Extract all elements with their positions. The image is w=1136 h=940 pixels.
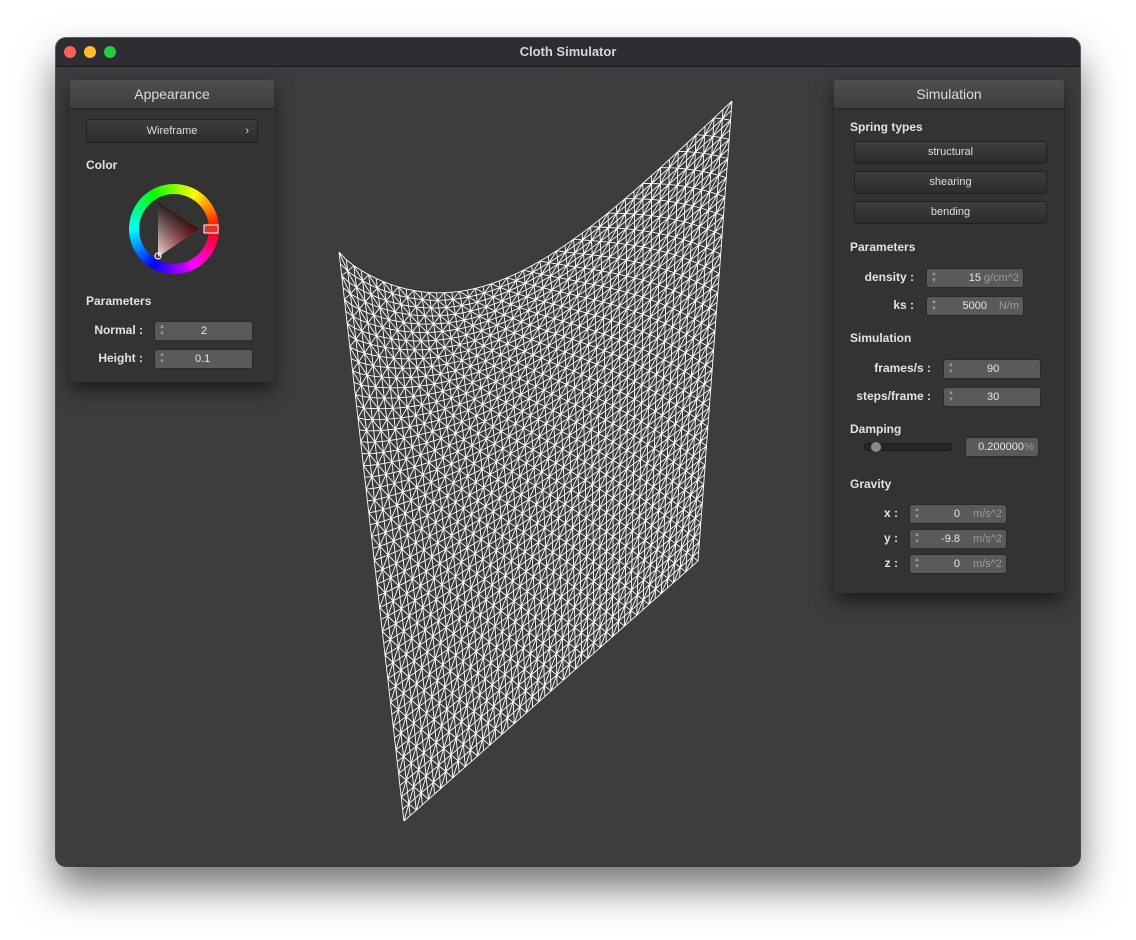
ks-value: 5000 [962, 300, 987, 312]
gravity-y-field[interactable]: ▲ ▼ -9.8 m/s^2 [909, 529, 1007, 549]
gravity-z-value: 0 [953, 558, 960, 570]
gravity-label: Gravity [850, 477, 892, 491]
spring-types-label: Spring types [850, 120, 923, 134]
appearance-panel-header[interactable]: Appearance [70, 80, 274, 109]
damping-slider[interactable] [864, 441, 952, 453]
spinner-arrows-icon[interactable]: ▲ ▼ [159, 324, 165, 338]
gravity-x-label: x : [883, 506, 898, 520]
spring-shearing-label: shearing [929, 176, 972, 188]
spring-structural-label: structural [927, 146, 974, 158]
height-label: Height : [98, 351, 143, 365]
window-title: Cloth Simulator [519, 44, 617, 59]
spring-structural-button[interactable]: structural [854, 141, 1047, 164]
steps-label: steps/frame : [856, 389, 931, 403]
gravity-y-label: y : [883, 531, 898, 545]
damping-label: Damping [850, 422, 902, 436]
appearance-params-label: Parameters [86, 294, 152, 308]
gravity-z-unit: m/s^2 [973, 558, 1002, 570]
spinner-arrows-icon[interactable]: ▲ ▼ [914, 507, 920, 521]
gravity-y-unit: m/s^2 [973, 533, 1002, 545]
spinner-arrows-icon[interactable]: ▲ ▼ [931, 271, 937, 285]
gravity-z-label: z : [884, 556, 898, 570]
damping-slider-handle[interactable] [869, 441, 882, 453]
simulation-panel: Simulation Spring types structural shear… [834, 80, 1064, 593]
steps-value: 30 [987, 391, 1000, 403]
density-label: density : [864, 270, 914, 284]
spinner-arrows-icon[interactable]: ▲ ▼ [159, 352, 165, 366]
height-field[interactable]: ▲ ▼ 0.1 [154, 349, 253, 369]
color-wheel[interactable] [127, 182, 221, 276]
fps-value: 90 [987, 363, 1000, 375]
title-bar: Cloth Simulator [56, 38, 1080, 67]
normal-label: Normal : [94, 323, 143, 337]
gravity-x-unit: m/s^2 [973, 508, 1002, 520]
steps-field[interactable]: ▲ ▼ 30 [943, 387, 1041, 407]
render-viewport[interactable]: Appearance Wireframe › Color Parameters … [56, 67, 1080, 866]
gravity-x-value: 0 [953, 508, 960, 520]
fps-field[interactable]: ▲ ▼ 90 [943, 359, 1041, 379]
damping-field[interactable]: 0.200000 % [965, 437, 1039, 457]
sim-params-label: Parameters [850, 240, 916, 254]
spinner-arrows-icon[interactable]: ▲ ▼ [948, 390, 954, 404]
damping-value: 0.200000 [978, 441, 1024, 453]
chevron-right-icon: › [245, 125, 249, 137]
spinner-arrows-icon[interactable]: ▲ ▼ [931, 299, 937, 313]
appearance-panel: Appearance Wireframe › Color Parameters … [70, 80, 274, 382]
sim-section-label: Simulation [850, 331, 912, 345]
gravity-y-value: -9.8 [941, 533, 960, 545]
shader-select-button[interactable]: Wireframe › [86, 119, 258, 143]
spring-shearing-button[interactable]: shearing [854, 171, 1047, 194]
density-field[interactable]: ▲ ▼ 15 g/cm^2 [926, 268, 1024, 288]
ks-label: ks : [893, 298, 914, 312]
damping-unit: % [1024, 441, 1034, 453]
spinner-arrows-icon[interactable]: ▲ ▼ [948, 362, 954, 376]
normal-field[interactable]: ▲ ▼ 2 [154, 321, 253, 341]
color-section-label: Color [86, 158, 118, 172]
spring-bending-label: bending [930, 206, 971, 218]
density-value: 15 [968, 272, 981, 284]
normal-value: 2 [201, 325, 208, 337]
ks-field[interactable]: ▲ ▼ 5000 N/m [926, 296, 1024, 316]
cloth-wireframe-lines [338, 100, 733, 822]
gravity-x-field[interactable]: ▲ ▼ 0 m/s^2 [909, 504, 1007, 524]
gravity-z-field[interactable]: ▲ ▼ 0 m/s^2 [909, 554, 1007, 574]
density-unit: g/cm^2 [983, 272, 1019, 284]
hue-selector-handle[interactable] [203, 224, 219, 234]
fps-label: frames/s : [874, 361, 931, 375]
shader-select-label: Wireframe [146, 125, 198, 137]
simulation-panel-header[interactable]: Simulation [834, 80, 1064, 109]
spring-bending-button[interactable]: bending [854, 201, 1047, 224]
app-window: Cloth Simulator Appearance Wireframe › C… [56, 38, 1080, 866]
spinner-arrows-icon[interactable]: ▲ ▼ [914, 532, 920, 546]
spinner-arrows-icon[interactable]: ▲ ▼ [914, 557, 920, 571]
ks-unit: N/m [998, 300, 1019, 312]
height-value: 0.1 [195, 353, 211, 365]
